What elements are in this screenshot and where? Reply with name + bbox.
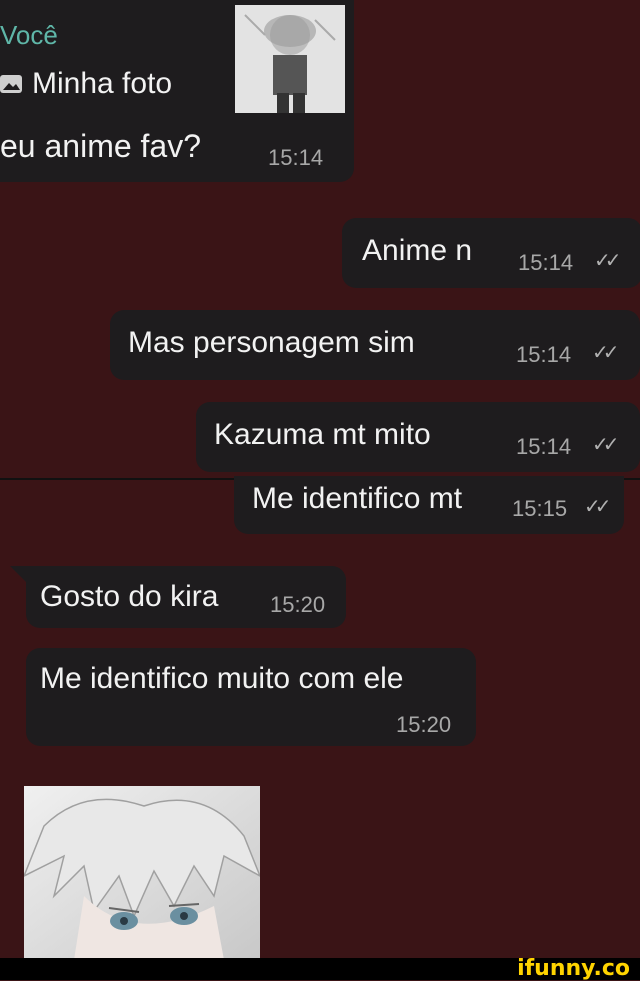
message-bubble-incoming[interactable]: Gosto do kira 15:20	[26, 566, 346, 628]
message-text: Me identifico muito com ele	[40, 662, 404, 695]
quoted-thumbnail[interactable]	[235, 5, 345, 113]
read-receipt-icon: ✓✓	[584, 496, 611, 518]
quoted-text: eu anime fav?	[0, 128, 202, 164]
message-time: 15:15	[512, 496, 568, 521]
quoted-photo-label: Minha foto	[32, 67, 173, 100]
watermark-text: ifunny.co	[517, 956, 630, 981]
message-bubble-incoming[interactable]: Me identifico muito com ele 15:20	[26, 648, 476, 746]
message-bubble-outgoing[interactable]: Anime n 15:14 ✓✓	[342, 218, 640, 288]
watermark-bar: ifunny.co	[0, 956, 640, 981]
message-time: 15:14	[518, 250, 574, 275]
read-receipt-icon: ✓✓	[592, 342, 619, 364]
message-time: 15:14	[516, 342, 572, 367]
quoted-message-bubble[interactable]: Você Minha foto eu anime fav? 15:14	[0, 0, 354, 182]
message-time: 15:20	[396, 712, 452, 737]
message-bubble-outgoing[interactable]: Mas personagem sim 15:14 ✓✓	[110, 310, 640, 380]
message-bubble-outgoing[interactable]: Me identifico mt 15:15 ✓✓	[234, 476, 624, 534]
message-text: Anime n	[362, 234, 473, 267]
quoted-time: 15:14	[268, 145, 324, 170]
message-time: 15:20	[270, 592, 326, 617]
message-time: 15:14	[516, 434, 572, 459]
image-message[interactable]	[24, 786, 260, 960]
message-text: Me identifico mt	[252, 482, 463, 515]
quoted-author: Você	[0, 20, 58, 50]
message-text: Kazuma mt mito	[214, 418, 431, 451]
message-bubble-outgoing[interactable]: Kazuma mt mito 15:14 ✓✓	[196, 402, 640, 472]
read-receipt-icon: ✓✓	[592, 434, 619, 456]
quoted-photo-row: Minha foto	[0, 66, 172, 102]
message-text: Mas personagem sim	[128, 326, 415, 359]
message-text: Gosto do kira	[40, 580, 219, 613]
image-icon	[0, 75, 22, 93]
read-receipt-icon: ✓✓	[594, 250, 621, 272]
